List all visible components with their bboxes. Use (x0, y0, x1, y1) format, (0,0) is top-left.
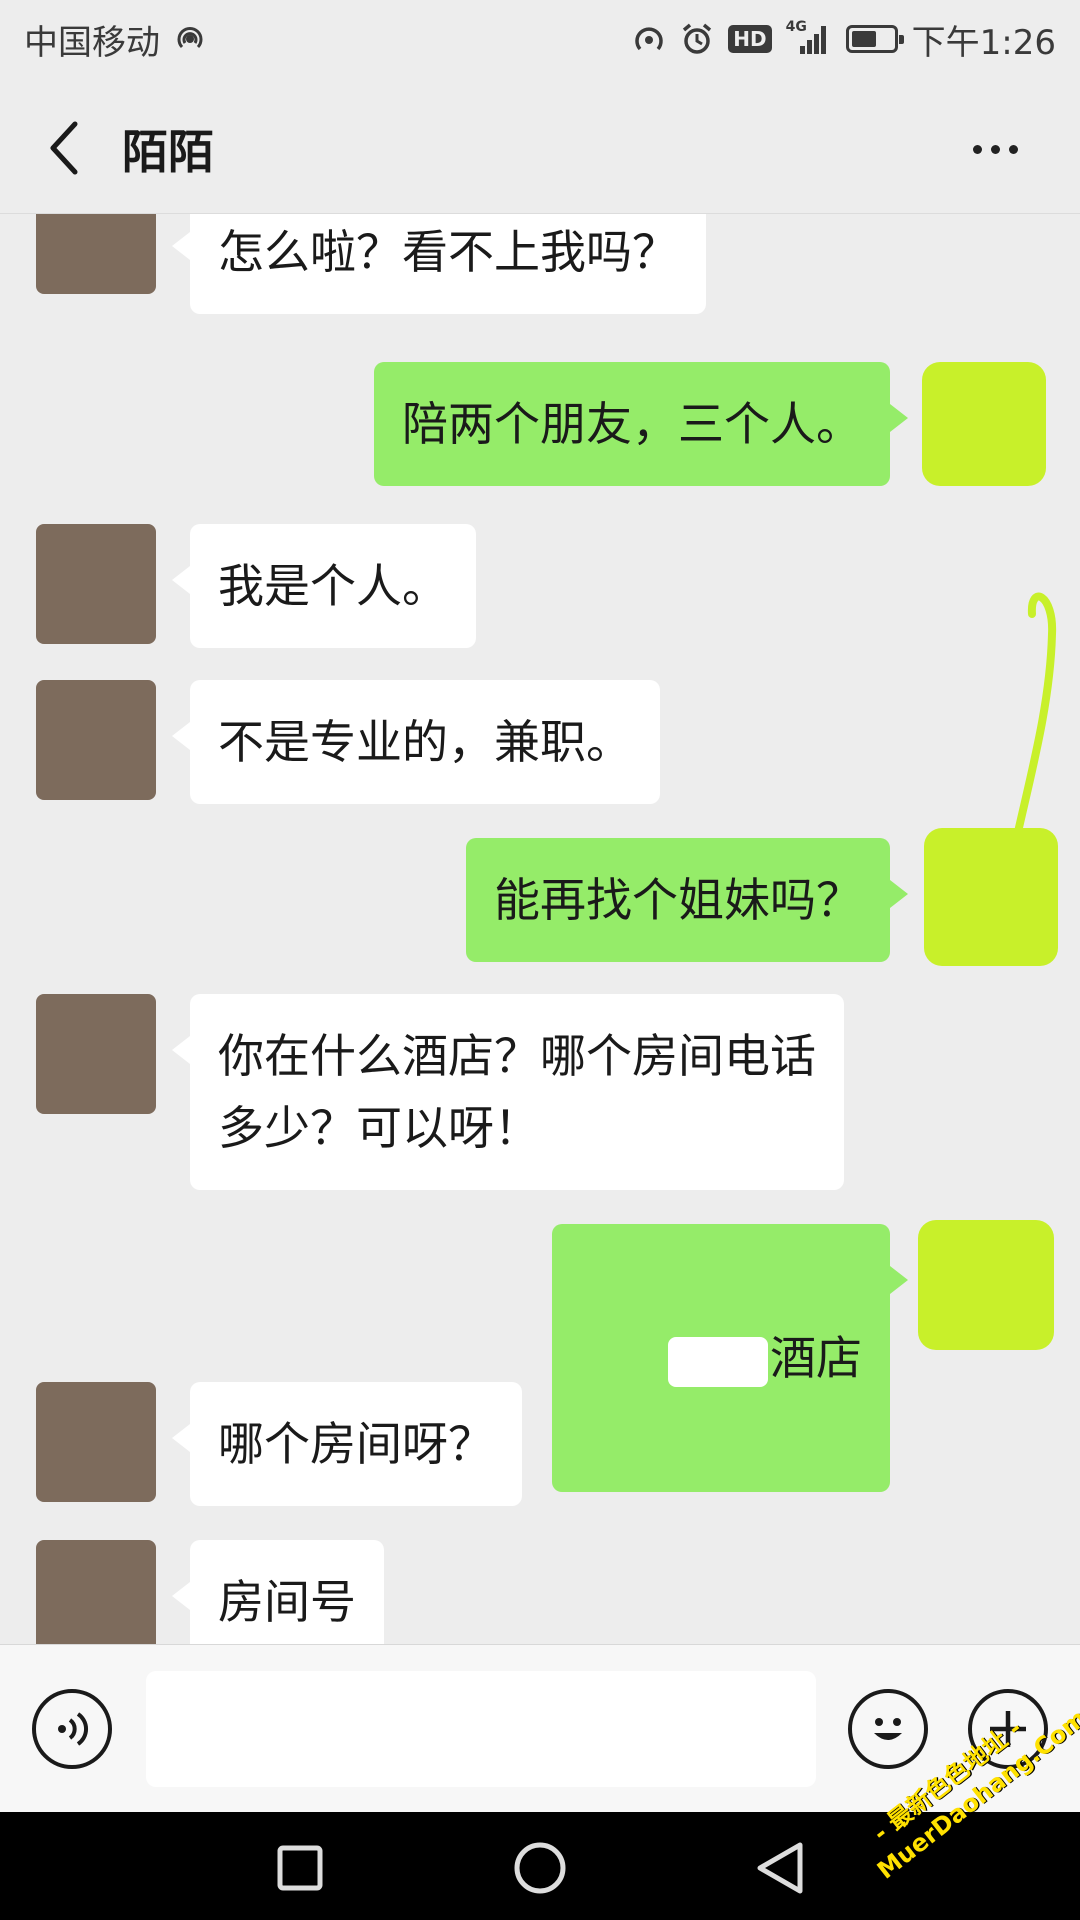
recents-button[interactable] (270, 1840, 330, 1896)
voice-icon (58, 1712, 88, 1746)
redacted-avatar (918, 1220, 1054, 1350)
recents-icon (277, 1845, 323, 1891)
status-bar: 中国移动 HD 4G 下午1:26 (0, 0, 1080, 78)
emoji-icon (874, 1718, 902, 1740)
more-dot-icon (1008, 144, 1018, 154)
chat-header: 陌陌 (0, 78, 1080, 214)
message-row: 能再找个姐妹吗？ (0, 828, 1080, 966)
back-button[interactable] (36, 118, 92, 178)
message-list[interactable]: 怎么啦？看不上我吗？ 陪两个朋友，三个人。 我是个人。 不是专业的，兼职。 能再… (0, 214, 1080, 1644)
clock-label: 下午1:26 (911, 22, 1056, 63)
message-bubble-outgoing[interactable]: 能再找个姐妹吗？ (466, 838, 908, 962)
status-right: HD 4G 下午1:26 (632, 15, 1056, 64)
hotspot-signal-icon (632, 22, 666, 56)
message-bubble-incoming[interactable]: 哪个房间呀？ (172, 1382, 522, 1506)
voice-input-button[interactable] (32, 1689, 112, 1769)
message-row: 我是个人。 (0, 524, 1080, 648)
contact-avatar[interactable] (36, 1382, 156, 1502)
more-dot-icon (972, 144, 982, 154)
message-row: 你在什么酒店？哪个房间电话 多少？可以呀！ (0, 994, 1080, 1194)
battery-icon (845, 25, 904, 53)
redacted-text (668, 1336, 768, 1387)
message-row: 房间号 (0, 1540, 1080, 1644)
message-row: 不是专业的，兼职。 (0, 680, 1080, 804)
contact-avatar[interactable] (36, 524, 156, 644)
message-bubble-outgoing[interactable]: 陪两个朋友，三个人。 (374, 362, 908, 486)
chat-title: 陌陌 (122, 125, 214, 179)
message-bubble-incoming[interactable]: 房间号 (172, 1540, 384, 1644)
cellular-signal-icon: 4G (786, 20, 832, 56)
message-bubble-incoming[interactable]: 我是个人。 (172, 524, 476, 648)
hotspot-icon (174, 23, 206, 55)
redacted-avatar (922, 362, 1046, 486)
message-bubble-incoming[interactable]: 你在什么酒店？哪个房间电话 多少？可以呀！ (172, 994, 844, 1190)
battery-fill (851, 31, 876, 47)
chevron-left-icon (50, 121, 78, 175)
back-icon (757, 1842, 803, 1894)
message-bubble-incoming[interactable]: 不是专业的，兼职。 (172, 680, 660, 804)
redacted-avatar (924, 828, 1058, 966)
message-text: 酒店 (770, 1331, 862, 1385)
home-button[interactable] (510, 1840, 570, 1896)
home-icon (514, 1842, 566, 1894)
carrier-label: 中国移动 (24, 22, 160, 63)
contact-avatar[interactable] (36, 680, 156, 800)
message-input[interactable] (146, 1671, 816, 1787)
message-row: 怎么啦？看不上我吗？ (0, 214, 1080, 334)
alarm-icon (680, 22, 714, 56)
status-left: 中国移动 (24, 15, 206, 64)
more-options-button[interactable] (960, 126, 1030, 172)
contact-avatar[interactable] (36, 994, 156, 1114)
more-dot-icon (990, 144, 1000, 154)
message-row: 酒店 (0, 1220, 1080, 1492)
message-row: 哪个房间呀？ (0, 1382, 1080, 1506)
contact-avatar[interactable] (36, 214, 156, 294)
message-row: 陪两个朋友，三个人。 (0, 362, 1080, 486)
contact-avatar[interactable] (36, 1540, 156, 1644)
message-bubble-incoming[interactable]: 怎么啦？看不上我吗？ (172, 214, 706, 314)
hd-badge: HD (728, 25, 772, 53)
system-back-button[interactable] (750, 1840, 810, 1896)
emoji-button[interactable] (848, 1689, 928, 1769)
